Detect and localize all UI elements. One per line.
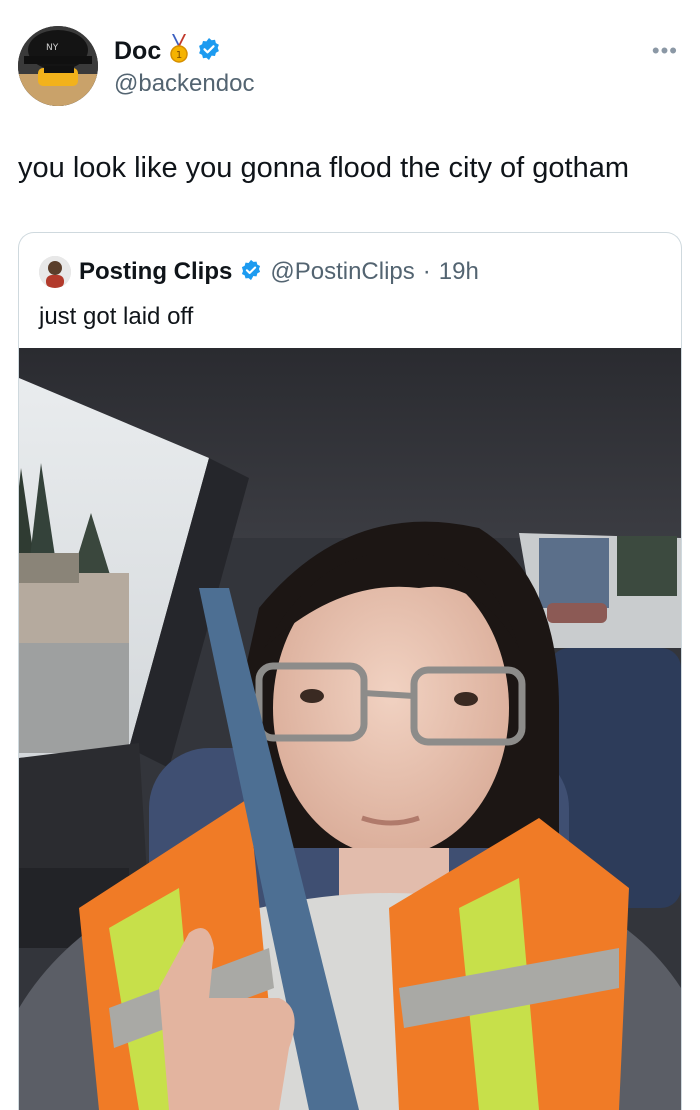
more-icon[interactable]: ••• (652, 38, 678, 64)
timestamp[interactable]: 19h (439, 258, 479, 286)
handle[interactable]: @backendoc (114, 70, 254, 98)
quoted-display-name[interactable]: Posting Clips (79, 258, 232, 286)
verified-icon (197, 37, 221, 66)
avatar[interactable]: NY (18, 26, 98, 106)
quoted-tweet[interactable]: Posting Clips @PostinClips · 19h just go… (18, 232, 682, 1110)
verified-icon (240, 259, 262, 286)
quoted-handle[interactable]: @PostinClips (270, 258, 414, 286)
author-block: Doc 1 @backendoc (114, 33, 254, 98)
quoted-avatar[interactable] (39, 256, 71, 288)
quoted-tweet-header: Posting Clips @PostinClips · 19h (39, 255, 479, 289)
quoted-tweet-text: just got laid off (39, 303, 194, 330)
tweet-header: NY Doc 1 @backendoc ••• (18, 26, 682, 110)
svg-text:NY: NY (46, 43, 59, 53)
separator: · (422, 258, 431, 285)
medal-icon: 1 (169, 33, 189, 69)
selfie-photo[interactable] (19, 348, 681, 1110)
display-name[interactable]: Doc (114, 37, 161, 66)
tweet-text: you look like you gonna flood the city o… (18, 152, 629, 184)
svg-text:1: 1 (176, 50, 182, 61)
